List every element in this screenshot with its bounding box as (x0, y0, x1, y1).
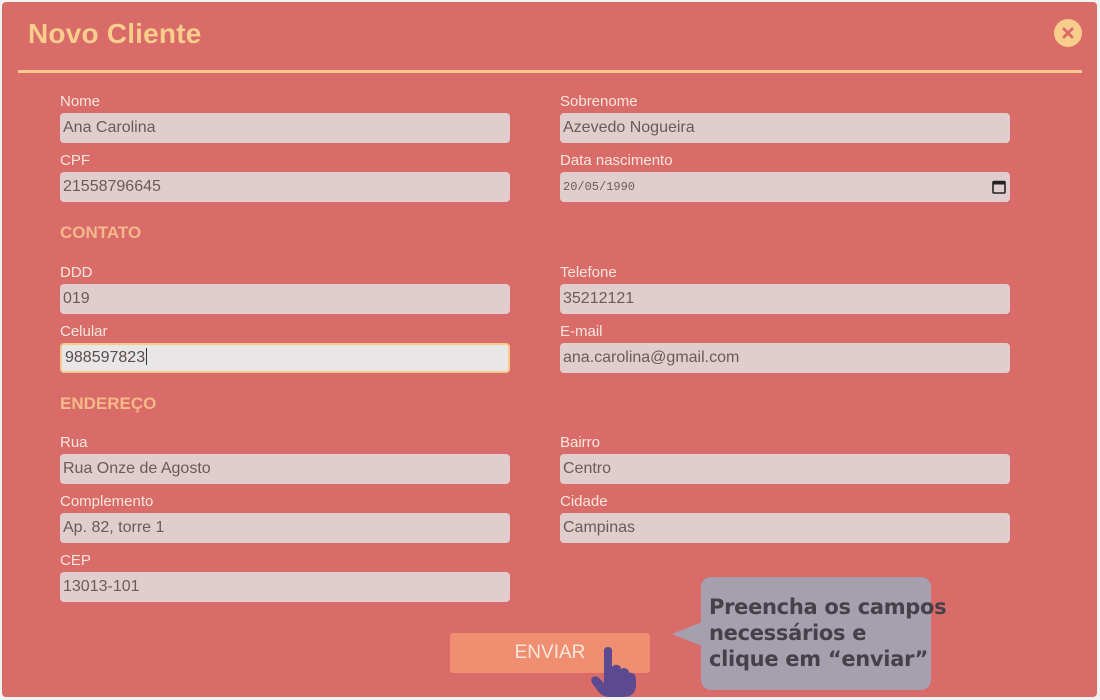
bairro-field: Bairro Centro (560, 435, 1010, 484)
contato-section-title: CONTATO (60, 223, 142, 242)
tooltip-pointer (672, 622, 702, 646)
complemento-label: Complemento (60, 493, 154, 510)
celular-field: Celular 988597823 (60, 324, 510, 373)
celular-label: Celular (60, 323, 108, 340)
ddd-label: DDD (60, 264, 93, 281)
ddd-input[interactable]: 019 (60, 284, 510, 314)
nome-field: Nome Ana Carolina (60, 94, 510, 143)
email-input[interactable]: ana.carolina@gmail.com (560, 343, 1010, 373)
pointing-hand-icon (591, 647, 636, 697)
complemento-field: Complemento Ap. 82, torre 1 (60, 494, 510, 543)
sobrenome-label: Sobrenome (560, 93, 638, 110)
celular-input[interactable]: 988597823 (60, 343, 510, 373)
celular-value: 988597823 (65, 349, 146, 366)
close-icon (1062, 27, 1074, 39)
new-client-modal: Novo Cliente Nome Ana Carolina Sobrenome… (2, 2, 1097, 697)
tooltip-line: necessários e (709, 621, 867, 645)
calendar-icon[interactable] (992, 180, 1006, 194)
email-label: E-mail (560, 323, 603, 340)
bairro-input[interactable]: Centro (560, 454, 1010, 484)
cep-field: CEP 13013-101 (60, 553, 510, 602)
instruction-tooltip: Preencha os campos necessários e clique … (701, 577, 947, 690)
cpf-field: CPF 21558796645 (60, 153, 510, 202)
modal-title: Novo Cliente (28, 18, 202, 49)
telefone-input[interactable]: 35212121 (560, 284, 1010, 314)
cidade-label: Cidade (560, 493, 608, 510)
text-caret (146, 348, 148, 365)
bairro-label: Bairro (560, 434, 601, 451)
rua-label: Rua (60, 434, 88, 451)
endereco-section-title: ENDEREÇO (60, 394, 157, 413)
telefone-label: Telefone (560, 264, 617, 281)
cidade-field: Cidade Campinas (560, 494, 1010, 543)
sobrenome-field: Sobrenome Azevedo Nogueira (560, 94, 1010, 143)
tooltip-line: Preencha os campos (709, 595, 947, 619)
cpf-input[interactable]: 21558796645 (60, 172, 510, 202)
telefone-field: Telefone 35212121 (560, 265, 1010, 314)
complemento-input[interactable]: Ap. 82, torre 1 (60, 513, 510, 543)
nome-label: Nome (60, 93, 101, 110)
sobrenome-input[interactable]: Azevedo Nogueira (560, 113, 1010, 143)
cep-label: CEP (60, 552, 91, 569)
rua-input[interactable]: Rua Onze de Agosto (60, 454, 510, 484)
data-nascimento-input[interactable]: 20/05/1990 (560, 172, 1010, 202)
nome-input[interactable]: Ana Carolina (60, 113, 510, 143)
data-nascimento-label: Data nascimento (560, 152, 673, 169)
ddd-field: DDD 019 (60, 265, 510, 314)
close-button[interactable] (1054, 19, 1082, 47)
cidade-input[interactable]: Campinas (560, 513, 1010, 543)
email-field: E-mail ana.carolina@gmail.com (560, 324, 1010, 373)
rua-field: Rua Rua Onze de Agosto (60, 435, 510, 484)
data-nascimento-field: Data nascimento 20/05/1990 (560, 153, 1010, 202)
cpf-label: CPF (60, 152, 90, 169)
data-nascimento-value: 20/05/1990 (563, 180, 636, 194)
modal-header: Novo Cliente (18, 2, 1082, 73)
tooltip-line: clique em “enviar” (709, 647, 929, 671)
cep-input[interactable]: 13013-101 (60, 572, 510, 602)
